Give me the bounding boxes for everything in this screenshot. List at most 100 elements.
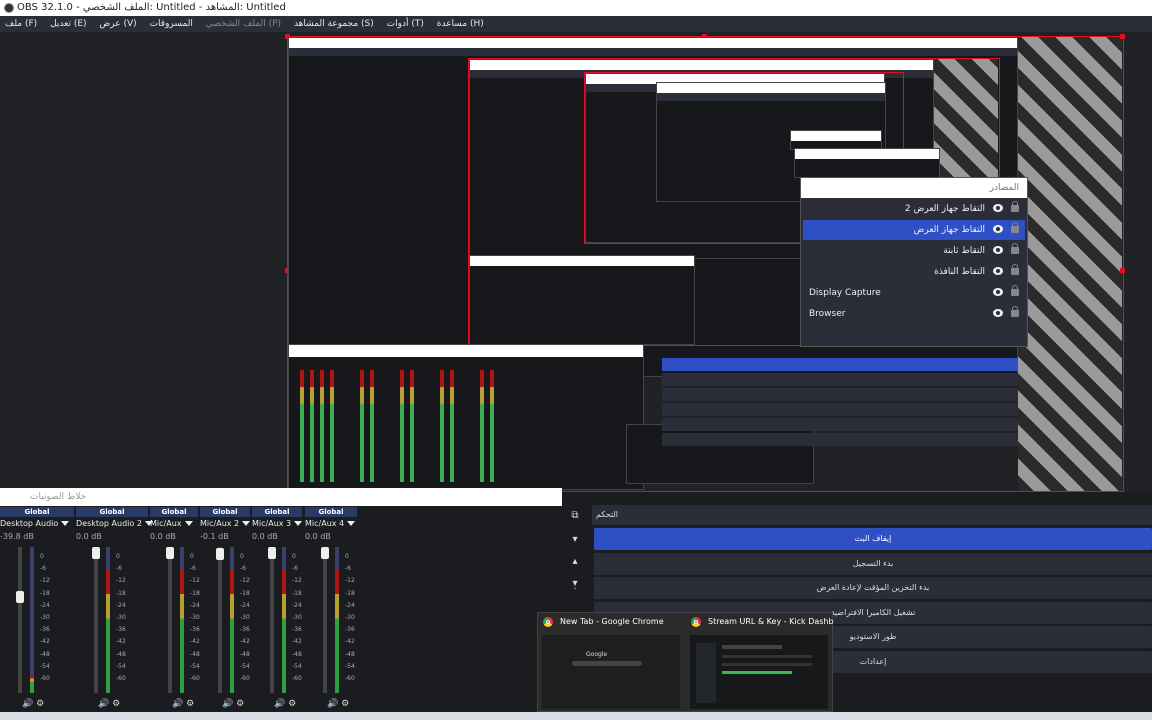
channel-name[interactable]: Mic/Aux 3 [252,517,303,531]
channel-label: Mic/Aux 3 [252,519,292,528]
chevron-down-icon[interactable] [347,521,356,526]
start-replay-buffer-button[interactable]: بدء التخزين المؤقت لإعادة العرض [594,577,1152,599]
volume-fader[interactable] [92,547,100,693]
gear-icon[interactable]: ⚙ [288,699,296,709]
resize-handle[interactable] [1120,268,1125,273]
gear-icon[interactable]: ⚙ [341,699,349,709]
visibility-eye-icon[interactable] [993,309,1003,317]
menu-file[interactable]: ملف (F) [0,16,42,32]
recursive-sources-2 [794,148,940,178]
volume-meter [282,547,286,693]
recursive-controls [662,358,1018,466]
fader-knob[interactable] [268,547,276,559]
menu-edit[interactable]: تعديل (E) [45,16,91,32]
menu-docks[interactable]: المسروقات [145,16,198,32]
meter-scale-tick: -24 [190,601,200,609]
chevron-down-icon[interactable] [184,521,193,526]
meter-scale-tick: -6 [240,565,246,573]
resize-handle[interactable] [1120,34,1125,39]
visibility-eye-icon[interactable] [993,288,1003,296]
chevron-down-icon[interactable] [242,521,251,526]
start-recording-button[interactable]: بدء التسجيل [594,552,1152,575]
speaker-icon[interactable]: 🔊 [327,699,338,709]
chevron-down-icon[interactable] [61,521,70,526]
channel-name[interactable]: Desktop Audio 2 [76,517,153,531]
gear-icon[interactable]: ⚙ [36,699,44,709]
source-item[interactable]: التقاط جهاز العرض 2 [803,199,1025,219]
fader-knob[interactable] [216,548,224,560]
chevron-down-icon[interactable] [294,521,303,526]
gear-icon[interactable]: ⚙ [112,699,120,709]
source-item[interactable]: Display Capture [803,283,1025,303]
fader-knob[interactable] [321,547,329,559]
meter-level [180,569,184,693]
lock-icon[interactable] [1011,201,1019,212]
gear-icon[interactable]: ⚙ [186,699,194,709]
menu-view[interactable]: عرض (V) [94,16,141,32]
visibility-eye-icon[interactable] [993,204,1003,212]
meter-scale-tick: -12 [40,577,50,585]
meter-scale-tick: 0 [345,553,349,560]
meter-scale-tick: -54 [345,662,355,670]
more-options-icon[interactable]: ⋮ [568,579,582,593]
speaker-icon[interactable]: 🔊 [22,699,33,709]
audio-mixer-header: خلاط الصوتيات [0,488,562,506]
source-item[interactable]: التقاط ثابتة [803,241,1025,261]
meter-scale-tick: -42 [345,638,355,646]
gear-icon[interactable]: ⚙ [236,699,244,709]
source-item[interactable]: Browser [803,304,1025,324]
speaker-icon[interactable]: 🔊 [222,699,233,709]
channel-name[interactable]: Mic/Aux 4 [305,517,357,531]
fader-knob[interactable] [166,547,174,559]
lock-icon[interactable] [1011,285,1019,296]
channel-name[interactable]: Mic/Aux [150,517,198,531]
lock-icon[interactable] [1011,264,1019,275]
menu-help[interactable]: مساعدة (H) [432,16,489,32]
speaker-icon[interactable]: 🔊 [172,699,183,709]
dock-toggle-icon[interactable]: ⧉ [568,509,582,523]
lock-icon[interactable] [1011,243,1019,254]
meter-scale-tick: -24 [292,601,302,609]
google-logo: Google [586,651,608,658]
meter-scale-tick: 0 [240,553,244,560]
speaker-icon[interactable]: 🔊 [98,699,109,709]
channel-name[interactable]: Mic/Aux 2 [200,517,251,531]
thumbnail-kick-dashboard[interactable]: Stream URL & Key - Kick Dashb... [686,613,834,713]
global-badge: Global [200,507,250,517]
meter-scale: 0 -6 -12 -18 -24 -30 -36 -42 -48 -54 -60 [116,551,126,685]
meter-scale-tick: 0 [116,553,120,560]
meter-scale-tick: -18 [190,589,200,597]
volume-fader[interactable] [216,547,224,693]
lock-icon[interactable] [1011,306,1019,317]
fader-knob[interactable] [92,547,100,559]
stop-streaming-button[interactable]: إيقاف البث [594,528,1152,550]
meter-scale: 0 -6 -12 -18 -24 -30 -36 -42 -48 -54 -60 [292,551,302,685]
lock-icon[interactable] [1011,222,1019,233]
source-item[interactable]: التقاط جهاز العرض [803,220,1025,240]
speaker-icon[interactable]: 🔊 [274,699,285,709]
chevron-down-icon[interactable]: ▾ [568,533,582,547]
visibility-eye-icon[interactable] [993,246,1003,254]
volume-fader[interactable] [321,547,329,693]
meter-scale-tick: -24 [40,601,50,609]
menu-profile[interactable]: الملف الشخصي (P) [201,16,286,32]
menu-tools[interactable]: أدوات (T) [382,16,429,32]
visibility-eye-icon[interactable] [993,225,1003,233]
meter-scale-tick: -30 [240,614,250,622]
channel-name[interactable]: Desktop Audio [0,517,74,531]
source-label: Browser [809,309,846,319]
meter-scale-tick: -42 [292,638,302,646]
visibility-eye-icon[interactable] [993,267,1003,275]
menu-scene-collection[interactable]: مجموعة المشاهد (S) [289,16,379,32]
chevron-up-icon[interactable]: ▴ [568,555,582,569]
volume-fader[interactable] [16,547,24,693]
mixer-channel: Global Mic/Aux 0.0 dB 0 -6 -12 -18 -24 -30 -36… [150,507,200,712]
meter-level [106,569,110,693]
volume-fader[interactable] [268,547,276,693]
volume-fader[interactable] [166,547,174,693]
source-item[interactable]: التقاط النافذة [803,262,1025,282]
meter-scale-tick: -30 [345,614,355,622]
meter-scale-tick: -54 [190,662,200,670]
fader-knob[interactable] [16,591,24,603]
thumbnail-chrome-newtab[interactable]: New Tab - Google Chrome Google [538,613,686,713]
